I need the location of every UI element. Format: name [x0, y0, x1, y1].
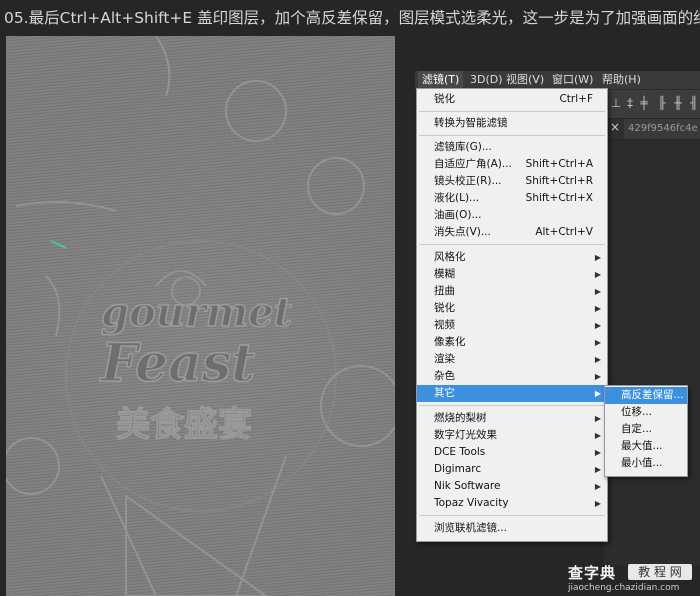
- menu-item-other[interactable]: 其它 ▶: [417, 385, 607, 402]
- menu-item-filter-gallery[interactable]: 滤镜库(G)...: [417, 139, 607, 156]
- distribute-left-icon[interactable]: ╟: [656, 97, 668, 110]
- menu-separator: [419, 135, 605, 136]
- document-tab-name[interactable]: 429f9546fc4e: [624, 119, 700, 139]
- shortcut-label: Shift+Ctrl+A: [525, 158, 593, 170]
- close-tab-icon[interactable]: ×: [610, 120, 620, 134]
- menu-item-topaz-vivacity[interactable]: Topaz Vivacity ▶: [417, 495, 607, 512]
- submenu-arrow-icon: ▶: [594, 304, 601, 313]
- shortcut-label: Shift+Ctrl+R: [525, 175, 593, 187]
- menu-item-lens-correction[interactable]: 镜头校正(R)... Shift+Ctrl+R: [417, 173, 607, 190]
- submenu-arrow-icon: ▶: [594, 321, 601, 330]
- submenu-item-high-pass[interactable]: 高反差保留...: [605, 387, 687, 404]
- menu-item-dce-tools[interactable]: DCE Tools ▶: [417, 444, 607, 461]
- menu-item-render[interactable]: 渲染 ▶: [417, 351, 607, 368]
- submenu-arrow-icon: ▶: [594, 499, 601, 508]
- menu-item-last-filter[interactable]: 锐化 Ctrl+F: [417, 91, 607, 108]
- canvas-text-meishi: 美食盛宴: [116, 405, 252, 445]
- submenu-arrow-icon: ▶: [594, 287, 601, 296]
- submenu-arrow-icon: ▶: [594, 431, 601, 440]
- align-bottom-icon[interactable]: ⊥: [610, 97, 622, 110]
- submenu-item-maximum[interactable]: 最大值...: [605, 438, 687, 455]
- menu-item-stylize[interactable]: 风格化 ▶: [417, 249, 607, 266]
- menu-separator: [419, 515, 605, 516]
- submenu-item-offset[interactable]: 位移...: [605, 404, 687, 421]
- submenu-arrow-icon: ▶: [594, 482, 601, 491]
- menu-help[interactable]: 帮助(H): [598, 71, 645, 89]
- menu-separator: [419, 244, 605, 245]
- submenu-arrow-icon: ▶: [594, 465, 601, 474]
- menu-item-distort[interactable]: 扭曲 ▶: [417, 283, 607, 300]
- menu-item-digimarc[interactable]: Digimarc ▶: [417, 461, 607, 478]
- shortcut-label: Shift+Ctrl+X: [525, 192, 593, 204]
- menu-filter[interactable]: 滤镜(T): [418, 71, 464, 89]
- menu-view[interactable]: 视图(V): [502, 71, 548, 89]
- menu-item-burning-pear[interactable]: 燃烧的梨树 ▶: [417, 410, 607, 427]
- watermark-url: jiaocheng.chazidian.com: [568, 583, 680, 593]
- menu-item-vanishing-point[interactable]: 消失点(V)... Alt+Ctrl+V: [417, 224, 607, 241]
- menu-item-browse-online[interactable]: 浏览联机滤镜...: [417, 520, 607, 537]
- submenu-item-minimum[interactable]: 最小值...: [605, 455, 687, 472]
- menu-item-adaptive-wide-angle[interactable]: 自适应广角(A)... Shift+Ctrl+A: [417, 156, 607, 173]
- distribute-right-icon[interactable]: ╢: [688, 97, 700, 110]
- align-center-icon[interactable]: ‡: [624, 97, 636, 110]
- watermark-brand: 查字典: [568, 564, 617, 582]
- workspace-background: [604, 140, 700, 565]
- canvas-artwork: gourmet Feast 美食盛宴: [6, 36, 395, 596]
- image-canvas[interactable]: gourmet Feast 美食盛宴: [6, 36, 395, 596]
- other-submenu: 高反差保留... 位移... 自定... 最大值... 最小值...: [604, 385, 688, 477]
- submenu-arrow-icon: ▶: [594, 338, 601, 347]
- options-bar: ⊥ ‡ ╪ ╟ ╫ ╢: [604, 90, 700, 119]
- align-middle-icon[interactable]: ╪: [638, 97, 650, 110]
- submenu-item-custom[interactable]: 自定...: [605, 421, 687, 438]
- menu-item-convert-smart-filter[interactable]: 转换为智能滤镜: [417, 115, 607, 132]
- document-tab[interactable]: × 429f9546fc4e: [604, 119, 700, 139]
- canvas-text-gourmet: gourmet: [101, 289, 293, 336]
- filter-menu: 锐化 Ctrl+F 转换为智能滤镜 滤镜库(G)... 自适应广角(A)... …: [416, 88, 608, 542]
- site-watermark: 查字典 教 程 网 jiaocheng.chazidian.com: [562, 562, 700, 596]
- menu-item-liquify[interactable]: 液化(L)... Shift+Ctrl+X: [417, 190, 607, 207]
- menu-item-sharpen[interactable]: 锐化 ▶: [417, 300, 607, 317]
- menu-item-blur[interactable]: 模糊 ▶: [417, 266, 607, 283]
- menu-separator: [419, 111, 605, 112]
- menu-separator: [419, 405, 605, 406]
- menu-item-noise[interactable]: 杂色 ▶: [417, 368, 607, 385]
- submenu-arrow-icon: ▶: [594, 414, 601, 423]
- submenu-arrow-icon: ▶: [594, 389, 601, 398]
- menu-item-digital-light[interactable]: 数字灯光效果 ▶: [417, 427, 607, 444]
- menu-item-video[interactable]: 视频 ▶: [417, 317, 607, 334]
- menu-item-nik-software[interactable]: Nik Software ▶: [417, 478, 607, 495]
- menu-3d[interactable]: 3D(D): [466, 71, 507, 89]
- tutorial-caption: 05.最后Ctrl+Alt+Shift+E 盖印图层，加个高反差保留，图层模式选…: [4, 9, 700, 27]
- watermark-tag: 教 程 网: [628, 564, 692, 580]
- shortcut-label: Alt+Ctrl+V: [535, 226, 593, 238]
- submenu-arrow-icon: ▶: [594, 372, 601, 381]
- submenu-arrow-icon: ▶: [594, 355, 601, 364]
- submenu-arrow-icon: ▶: [594, 448, 601, 457]
- menu-item-oil-paint[interactable]: 油画(O)...: [417, 207, 607, 224]
- canvas-text-feast: Feast: [99, 333, 255, 394]
- shortcut-label: Ctrl+F: [559, 93, 593, 105]
- distribute-center-icon[interactable]: ╫: [672, 97, 684, 110]
- submenu-arrow-icon: ▶: [594, 270, 601, 279]
- menu-window[interactable]: 窗口(W): [548, 71, 597, 89]
- menu-item-pixelate[interactable]: 像素化 ▶: [417, 334, 607, 351]
- submenu-arrow-icon: ▶: [594, 253, 601, 262]
